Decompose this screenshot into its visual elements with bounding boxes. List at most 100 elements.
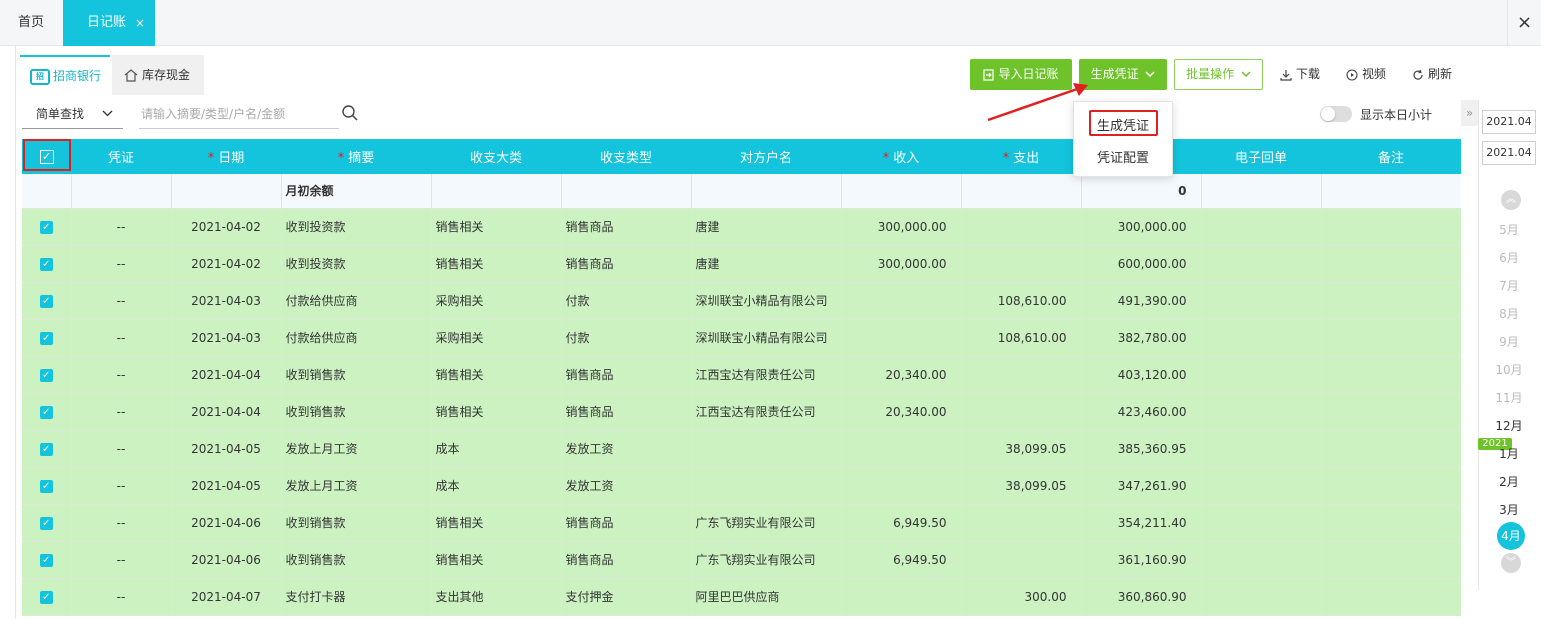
subtab-bank[interactable]: 招招商银行 [20,55,110,95]
cell-expense [961,208,1082,246]
cell-account [691,467,842,505]
table-row[interactable]: ✓ -- 2021-04-05 发放上月工资 成本 发放工资 38,099.05 385,36… [22,430,1461,468]
table-row[interactable]: ✓ -- 2021-04-03 付款给供应商 采购相关 付款 深圳联宝小精品有限公司 108,… [22,282,1461,320]
month-item[interactable]: 8月 [1478,305,1540,322]
tab-journal[interactable]: 日记账 × [63,0,155,46]
cell-voucher: -- [71,282,172,320]
cell-income: 300,000.00 [841,245,962,283]
cell-receipt [1201,430,1322,468]
tab-home[interactable]: 首页 [0,0,62,46]
month-item[interactable]: 7月 [1478,277,1540,294]
menu-item-generate-voucher[interactable]: 生成凭证 [1074,115,1172,134]
search-mode-select[interactable]: 简单查找 [22,99,123,129]
table-row[interactable]: ✓ -- 2021-04-07 支付打卡器 支出其他 支付押金 阿里巴巴供应商 300.00 3… [22,578,1461,616]
col-remark: 备注 [1377,151,1404,166]
cell-major: 销售相关 [431,504,562,542]
bank-icon: 招 [30,68,50,85]
cell-receipt [1201,578,1322,616]
row-checkbox[interactable]: ✓ [22,430,72,468]
row-checkbox[interactable]: ✓ [22,319,72,357]
download-button[interactable]: 下载 [1280,59,1320,90]
cell-major: 销售相关 [431,208,562,246]
cell-voucher: -- [71,356,172,394]
cell-summary: 收到销售款 [281,541,432,579]
month-item[interactable]: 1月 [1478,445,1540,462]
row-checkbox[interactable]: ✓ [22,504,72,542]
cell-voucher: -- [71,245,172,283]
subtab-cash[interactable]: 库存现金 [112,55,204,95]
month-item[interactable]: 12月 [1478,417,1540,434]
month-active[interactable]: 4月 [1497,522,1525,550]
cell-account: 唐建 [691,208,842,246]
select-all-highlight [23,139,71,171]
table-row[interactable]: ✓ -- 2021-04-02 收到投资款 销售相关 销售商品 唐建 300,000.00 30… [22,208,1461,246]
batch-operation-button[interactable]: 批量操作 [1174,59,1263,90]
table-row[interactable]: ✓ -- 2021-04-03 付款给供应商 采购相关 付款 深圳联宝小精品有限公司 108,… [22,319,1461,357]
daily-subtotal-toggle[interactable] [1320,106,1352,122]
cell-type: 支付押金 [561,578,692,616]
row-checkbox[interactable]: ✓ [22,541,72,579]
cell-voucher: -- [71,430,172,468]
top-tab-bar: 首页 日记账 × × [0,0,1541,46]
refresh-button[interactable]: 刷新 [1412,59,1452,90]
cell-income [841,467,962,505]
cell-type: 发放工资 [561,430,692,468]
refresh-label: 刷新 [1428,67,1453,81]
cell-date: 2021-04-04 [171,356,282,394]
chevron-up-icon[interactable]: ︽ [1501,190,1521,210]
month-item[interactable]: 6月 [1478,249,1540,266]
cell-income [841,282,962,320]
month-item[interactable]: 5月 [1478,221,1540,238]
window-close-icon[interactable]: × [1507,0,1541,46]
cell-voucher: -- [71,208,172,246]
cell-remark [1321,430,1461,468]
tab-close-icon[interactable]: × [135,0,145,46]
table-row[interactable]: ✓ -- 2021-04-04 收到销售款 销售相关 销售商品 江西宝达有限责任公司 20,3… [22,356,1461,394]
cell-type: 付款 [561,319,692,357]
checkbox-checked-icon: ✓ [39,258,53,271]
table-row[interactable]: ✓ -- 2021-04-06 收到销售款 销售相关 销售商品 广东飞翔实业有限公司 6,94… [22,541,1461,579]
month-item[interactable]: 11月 [1478,389,1540,406]
cell-expense [961,245,1082,283]
col-date-label: 日期 [218,151,245,166]
cell-remark [1321,356,1461,394]
cell-receipt [1201,356,1322,394]
cell-date: 2021-04-02 [171,245,282,283]
month-item[interactable]: 2月 [1478,473,1540,490]
cell-voucher: -- [71,578,172,616]
menu-item-voucher-config[interactable]: 凭证配置 [1074,147,1172,166]
month-item[interactable]: 3月 [1478,501,1540,518]
table-row[interactable]: ✓ -- 2021-04-05 发放上月工资 成本 发放工资 38,099.05 347,26… [22,467,1461,505]
row-checkbox[interactable]: ✓ [22,356,72,394]
row-checkbox[interactable]: ✓ [22,467,72,505]
cell-balance: 382,780.00 [1081,319,1202,357]
cell-account: 阿里巴巴供应商 [691,578,842,616]
row-checkbox[interactable]: ✓ [22,282,72,320]
video-button[interactable]: 视频 [1346,59,1386,90]
row-checkbox[interactable]: ✓ [22,208,72,246]
chevron-down-icon[interactable]: ︾ [1501,553,1521,573]
table-row[interactable]: ✓ -- 2021-04-04 收到销售款 销售相关 销售商品 江西宝达有限责任公司 20,3… [22,393,1461,431]
month-item[interactable]: 10月 [1478,361,1540,378]
home-icon [124,69,138,82]
row-checkbox[interactable]: ✓ [22,245,72,283]
row-checkbox[interactable]: ✓ [22,578,72,616]
table-row[interactable]: ✓ -- 2021-04-06 收到销售款 销售相关 销售商品 广东飞翔实业有限公司 6,94… [22,504,1461,542]
date-from-input[interactable]: 2021.04 [1482,110,1536,134]
cell-type: 发放工资 [561,467,692,505]
cell-summary: 收到投资款 [281,245,432,283]
cell-summary: 发放上月工资 [281,430,432,468]
play-circle-icon [1346,68,1358,81]
row-checkbox[interactable]: ✓ [22,393,72,431]
date-to-input[interactable]: 2021.04 [1482,141,1536,165]
search-input[interactable] [139,99,339,129]
table-row[interactable]: ✓ -- 2021-04-02 收到投资款 销售相关 销售商品 唐建 300,000.00 60… [22,245,1461,283]
cell-income: 20,340.00 [841,393,962,431]
journal-table: ✓ 凭证 * 日期 * 摘要 收支大类 收支类型 对方户名 * 收入 * 支出 电子回单… [22,139,1461,619]
collapse-panel-icon[interactable]: » [1461,100,1478,126]
cell-summary: 发放上月工资 [281,467,432,505]
chevron-down-icon [1241,71,1251,78]
cell-summary: 收到销售款 [281,393,432,431]
month-item[interactable]: 9月 [1478,333,1540,350]
search-icon[interactable] [341,104,359,122]
